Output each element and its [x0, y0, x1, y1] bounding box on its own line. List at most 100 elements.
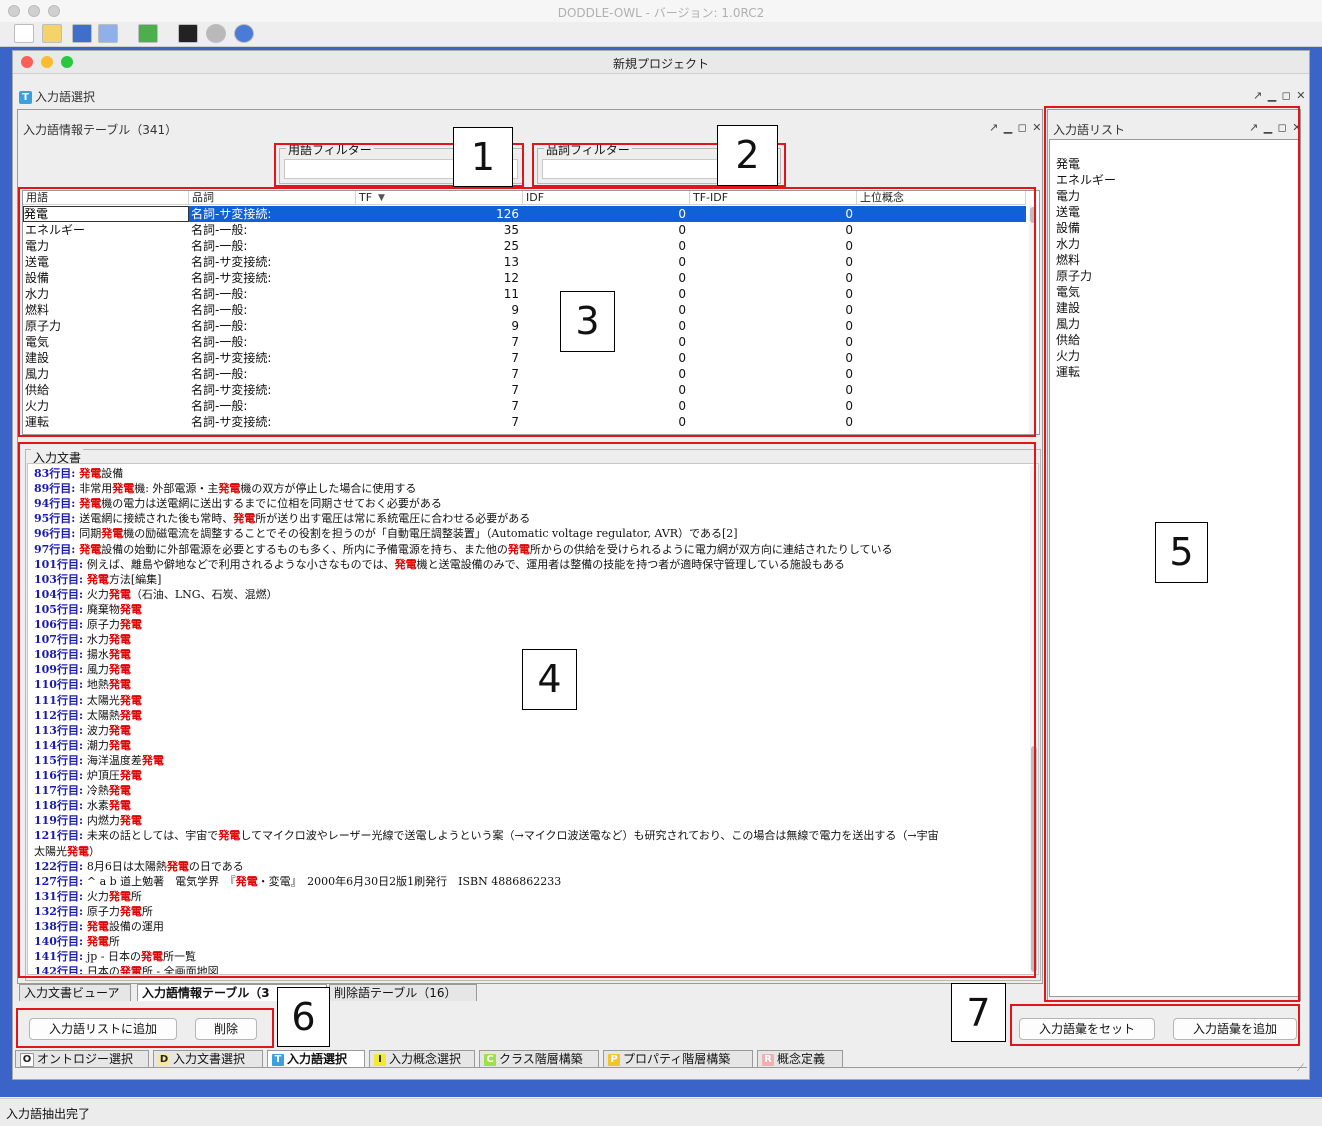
tab-p[interactable]: P プロパティ階層構築: [603, 1050, 753, 1067]
table-row[interactable]: 運転 名詞-サ変接続: 7 0 0: [23, 414, 1026, 430]
table-row[interactable]: 原子力 名詞-一般: 9 0 0: [23, 318, 1026, 334]
table-row[interactable]: 設備 名詞-サ変接続: 12 0 0: [23, 270, 1026, 286]
wordlist-item[interactable]: 原子力: [1056, 268, 1092, 284]
highlighted-term: 発電: [108, 648, 131, 662]
table-scrollbar[interactable]: [1029, 205, 1037, 434]
highlighted-term: 発電: [141, 950, 164, 964]
section-window-controls-icon[interactable]: ↗ ▁ ◻ ✕: [1253, 89, 1307, 102]
table-row[interactable]: 電気 名詞-一般: 7 0 0: [23, 334, 1026, 350]
gear-icon[interactable]: [206, 24, 226, 43]
open-folder-icon[interactable]: [42, 24, 62, 43]
wordlist-item[interactable]: 供給: [1056, 332, 1080, 348]
wordlist-item[interactable]: 燃料: [1056, 252, 1080, 268]
delete-button[interactable]: 削除: [195, 1018, 257, 1040]
wordlist-item[interactable]: 風力: [1056, 316, 1080, 332]
app-title: DODDLE-OWL - バージョン: 1.0RC2: [557, 6, 765, 20]
table-row[interactable]: 風力 名詞-一般: 7 0 0: [23, 366, 1026, 382]
table-row[interactable]: 建設 名詞-サ変接続: 7 0 0: [23, 350, 1026, 366]
tab-t[interactable]: T 入力語選択: [267, 1050, 365, 1067]
tab-label: 概念定義: [777, 1052, 826, 1066]
table-row[interactable]: 発電 名詞-サ変接続: 126 0 0: [23, 206, 1026, 222]
new-file-icon[interactable]: [14, 24, 34, 43]
line-number: 141行目:: [34, 950, 87, 964]
doc-text: 炉頂圧: [86, 769, 120, 782]
add-to-list-button[interactable]: 入力語リストに追加: [29, 1018, 177, 1040]
table-row[interactable]: 供給 名詞-サ変接続: 7 0 0: [23, 382, 1026, 398]
table-cell: [859, 398, 1024, 414]
table-row[interactable]: 火力 名詞-一般: 7 0 0: [23, 398, 1026, 414]
table-scroll-thumb[interactable]: [1030, 207, 1036, 223]
doc-text: 設備の運用: [108, 920, 164, 933]
doc-line: 140行目: 発電所: [34, 934, 120, 949]
table-cell: 名詞-一般:: [191, 335, 248, 349]
plugin-icon[interactable]: [138, 24, 158, 43]
table-cell: 9: [511, 303, 519, 317]
doc-scrollbar[interactable]: [1030, 466, 1038, 974]
tab-o[interactable]: O オントロジー選択: [15, 1050, 149, 1067]
table-row[interactable]: エネルギー 名詞-一般: 35 0 0: [23, 222, 1026, 238]
table-row[interactable]: 燃料 名詞-一般: 9 0 0: [23, 302, 1026, 318]
line-number: 105行目:: [34, 602, 87, 616]
table-row[interactable]: 送電 名詞-サ変接続: 13 0 0: [23, 254, 1026, 270]
line-number: 104行目:: [34, 587, 87, 601]
doc-text: 水素: [86, 799, 109, 813]
wordlist-item[interactable]: 電気: [1056, 284, 1080, 300]
table-cell: 電気: [25, 335, 50, 349]
wordlist-item[interactable]: 火力: [1056, 348, 1080, 364]
tab-c[interactable]: C クラス階層構築: [479, 1050, 599, 1067]
wordlist-controls-icon[interactable]: ↗ ▁ ◻ ✕: [1249, 121, 1303, 134]
column-header[interactable]: 用語: [23, 191, 189, 205]
highlighted-term: 発電: [119, 814, 142, 828]
doc-line: 96行目: 同期発電機の励磁電流を調整することでその役割を担うのが「自動電圧調整…: [34, 526, 738, 541]
table-cell: 0: [678, 271, 686, 285]
table-cell: [859, 206, 1024, 222]
status-bar: 入力語抽出完了: [0, 1098, 1322, 1126]
wordlist-item[interactable]: 運転: [1056, 364, 1080, 380]
table-row[interactable]: 電力 名詞-一般: 25 0 0: [23, 238, 1026, 254]
doc-text: 太陽光: [34, 844, 67, 858]
app-title-bar: DODDLE-OWL - バージョン: 1.0RC2: [0, 0, 1322, 23]
column-header[interactable]: IDF: [523, 191, 690, 205]
wordlist-item[interactable]: 水力: [1056, 236, 1080, 252]
table-cell: [859, 414, 1024, 430]
line-number: 121行目:: [34, 829, 87, 843]
help-icon[interactable]: [234, 24, 254, 43]
doc-scroll-thumb[interactable]: [1031, 746, 1037, 972]
doc-viewer[interactable]: 83行目: 発電設備 89行目: 非常用発電機: 外部電源・主発電機の双方が停止し…: [27, 463, 1039, 975]
tab-d[interactable]: D 入力文書選択: [153, 1050, 263, 1067]
column-header[interactable]: 品詞: [189, 191, 356, 205]
table-cell: [859, 286, 1024, 302]
save-as-icon[interactable]: [98, 24, 118, 43]
doc-text: 所: [108, 935, 120, 949]
section-label: 入力語選択: [35, 90, 96, 104]
console-icon[interactable]: [178, 24, 198, 43]
tab-label: 入力語選択: [287, 1052, 348, 1066]
line-number: 122行目:: [34, 859, 87, 873]
tab-doc-viewer[interactable]: 入力文書ビューア: [19, 984, 131, 1001]
tab-deleted-terms[interactable]: 削除語テーブル（16）: [329, 984, 477, 1001]
info-panel-controls-icon[interactable]: ↗ ▁ ◻ ✕: [989, 121, 1043, 134]
callout-1: 1: [453, 127, 513, 187]
wordlist-item[interactable]: エネルギー: [1056, 172, 1116, 188]
wordlist-item[interactable]: 電力: [1056, 188, 1080, 204]
tab-r[interactable]: R 概念定義: [757, 1050, 843, 1067]
save-icon[interactable]: [72, 24, 92, 43]
doc-line: 110行目: 地熱発電: [34, 677, 131, 692]
doc-text: 設備: [101, 467, 124, 480]
highlighted-term: 発電: [108, 587, 131, 601]
add-vocab-button[interactable]: 入力語彙を追加: [1173, 1018, 1297, 1040]
wordlist-item[interactable]: 送電: [1056, 204, 1080, 220]
column-header[interactable]: TF-IDF: [690, 191, 857, 205]
wordlist-item[interactable]: 設備: [1056, 220, 1080, 236]
doc-text: ・変電』 2000年6月30日2版1刷発行 ISBN 4886862233: [257, 874, 562, 888]
set-vocab-button[interactable]: 入力語彙をセット: [1019, 1018, 1155, 1040]
tab-i[interactable]: I 入力概念選択: [369, 1050, 475, 1067]
table-cell: 発電: [23, 206, 189, 222]
status-text: 入力語抽出完了: [6, 1107, 91, 1121]
wordlist-item[interactable]: 建設: [1056, 300, 1080, 316]
resize-grip-icon[interactable]: ⟋: [1297, 1063, 1304, 1074]
wordlist-item[interactable]: 発電: [1056, 156, 1080, 172]
highlighted-term: 発電: [86, 920, 109, 933]
table-row[interactable]: 水力 名詞-一般: 11 0 0: [23, 286, 1026, 302]
column-header[interactable]: 上位概念: [857, 191, 1026, 205]
